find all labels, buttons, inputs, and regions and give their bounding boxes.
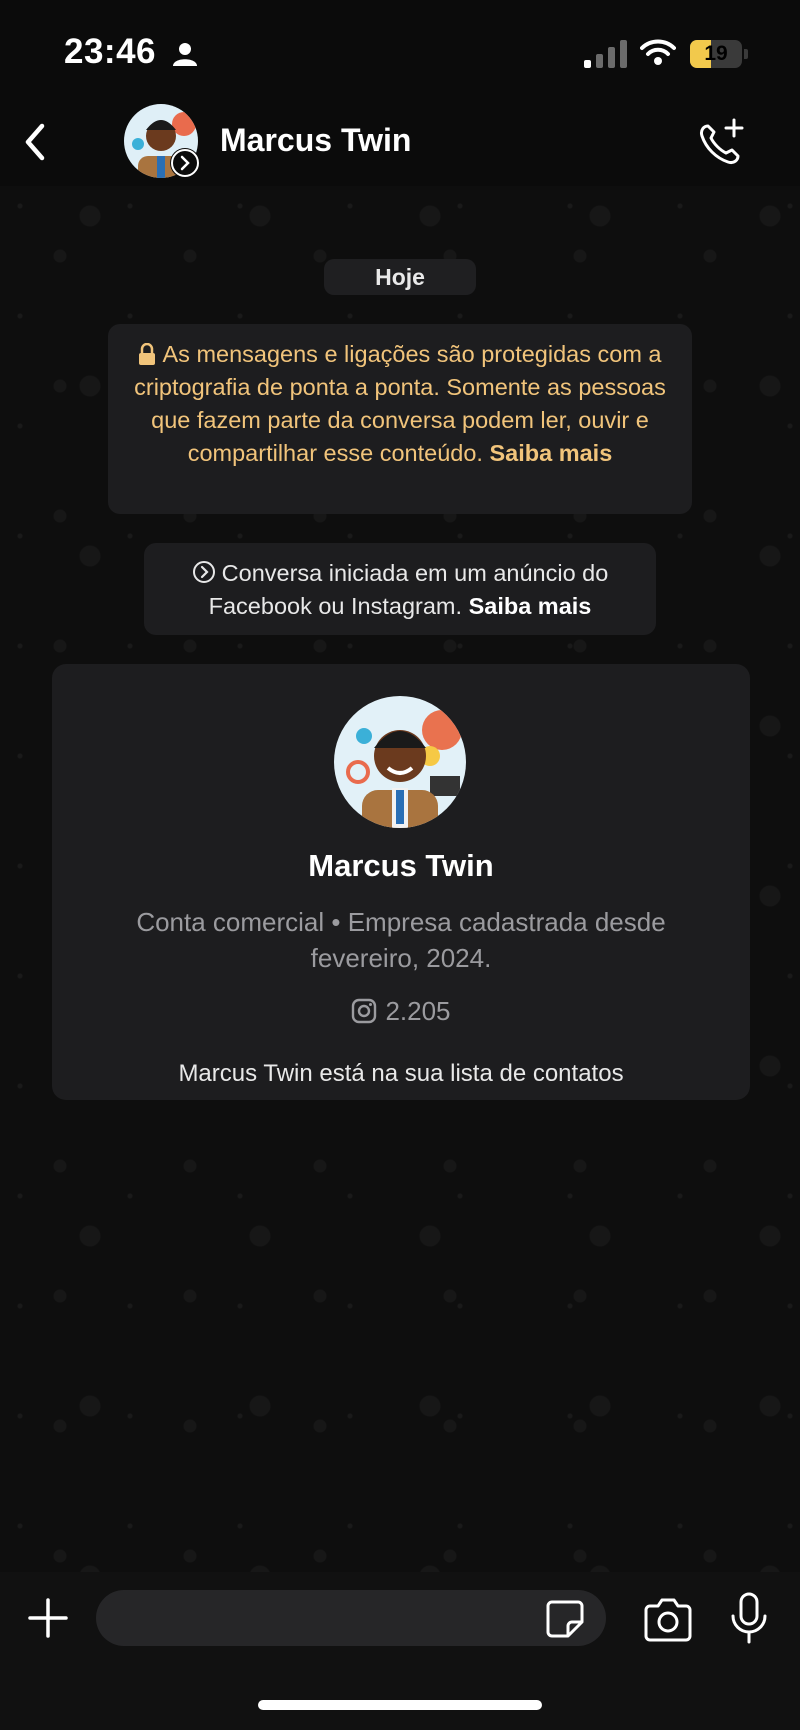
attach-plus-button[interactable] <box>24 1594 72 1642</box>
wifi-icon <box>640 39 676 65</box>
follower-count: 2.205 <box>385 996 451 1026</box>
contacts-note: Marcus Twin está na sua lista de contato… <box>178 1060 624 1087</box>
ad-learn-more-link[interactable]: Saiba mais <box>469 593 592 619</box>
chevron-right-circle-icon <box>170 148 200 178</box>
chat-header: Marcus Twin <box>0 100 800 186</box>
back-button[interactable] <box>14 118 62 166</box>
chevron-right-circle-icon <box>192 561 215 583</box>
battery-indicator: 19 <box>690 40 742 68</box>
contact-name[interactable]: Marcus Twin <box>220 122 411 159</box>
home-indicator[interactable] <box>258 1700 542 1710</box>
profile-description: Conta comercial • Empresa cadastrada des… <box>136 907 666 973</box>
camera-button[interactable] <box>642 1596 694 1644</box>
encryption-notice[interactable]: As mensagens e ligações são protegidas c… <box>108 324 692 514</box>
person-icon <box>173 43 197 66</box>
date-chip: Hoje <box>324 259 476 295</box>
ad-origin-notice[interactable]: Conversa iniciada em um anúncio do Faceb… <box>144 543 656 635</box>
instagram-followers[interactable]: 2.205 <box>52 996 750 1027</box>
battery-level: 19 <box>704 42 728 65</box>
signal-icon <box>584 40 627 68</box>
status-time: 23:46 <box>64 32 157 71</box>
business-profile-card[interactable]: Marcus Twin Conta comercial • Empresa ca… <box>52 664 750 1100</box>
instagram-icon <box>352 998 377 1024</box>
add-call-button[interactable] <box>694 116 750 172</box>
profile-avatar[interactable] <box>334 696 466 828</box>
microphone-button[interactable] <box>726 1592 772 1646</box>
lock-icon <box>139 343 156 365</box>
sticker-button[interactable] <box>544 1598 586 1640</box>
status-bar: 23:46 19 <box>0 0 800 100</box>
profile-name: Marcus Twin <box>308 848 494 883</box>
message-input[interactable] <box>96 1590 606 1646</box>
battery-tip <box>744 49 748 59</box>
encryption-learn-more-link[interactable]: Saiba mais <box>489 440 612 466</box>
